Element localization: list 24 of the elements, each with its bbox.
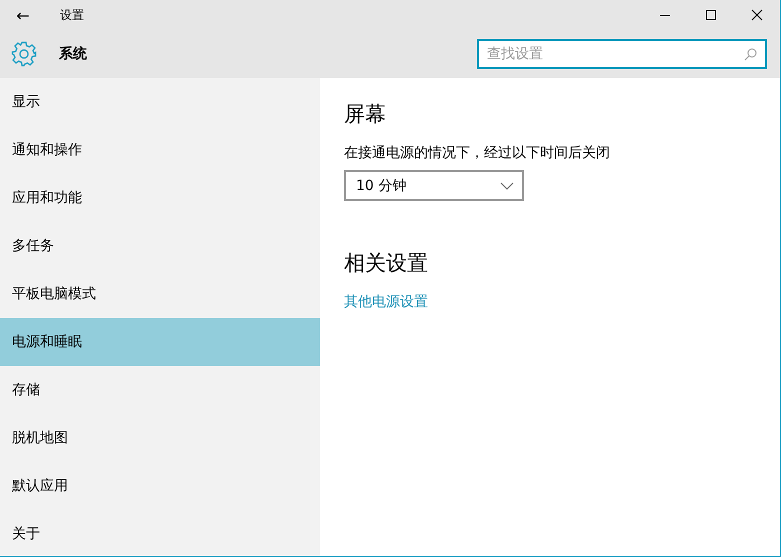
page-title: 系统 (59, 45, 87, 63)
close-icon[interactable] (751, 9, 763, 21)
timeout-dropdown[interactable]: 10 分钟 (344, 170, 524, 201)
search-field[interactable]: 查找设置 (477, 39, 767, 69)
back-button[interactable]: ← (0, 6, 46, 24)
sidebar-item[interactable]: 脱机地图 (0, 414, 320, 462)
sidebar-item[interactable]: 电源和睡眠 (0, 318, 320, 366)
sidebar-item[interactable]: 存储 (0, 366, 320, 414)
chevron-down-icon (500, 182, 514, 190)
sidebar-item[interactable]: 多任务 (0, 222, 320, 270)
window-title: 设置 (60, 6, 84, 24)
section-heading: 相关设置 (344, 250, 428, 277)
sidebar-item[interactable]: 关于 (0, 510, 320, 556)
maximize-icon[interactable] (705, 9, 717, 21)
sidebar-item[interactable]: 通知和操作 (0, 126, 320, 174)
sidebar-item[interactable]: 默认应用 (0, 462, 320, 510)
power-settings-link[interactable]: 其他电源设置 (344, 293, 428, 311)
sidebar-item[interactable]: 平板电脑模式 (0, 270, 320, 318)
gear-icon (11, 41, 37, 67)
setting-label: 在接通电源的情况下，经过以下时间后关闭 (344, 144, 610, 162)
section-heading: 屏幕 (344, 101, 386, 128)
sidebar-item[interactable]: 应用和功能 (0, 174, 320, 222)
search-icon (744, 48, 757, 61)
sidebar-item[interactable]: 显示 (0, 78, 320, 126)
